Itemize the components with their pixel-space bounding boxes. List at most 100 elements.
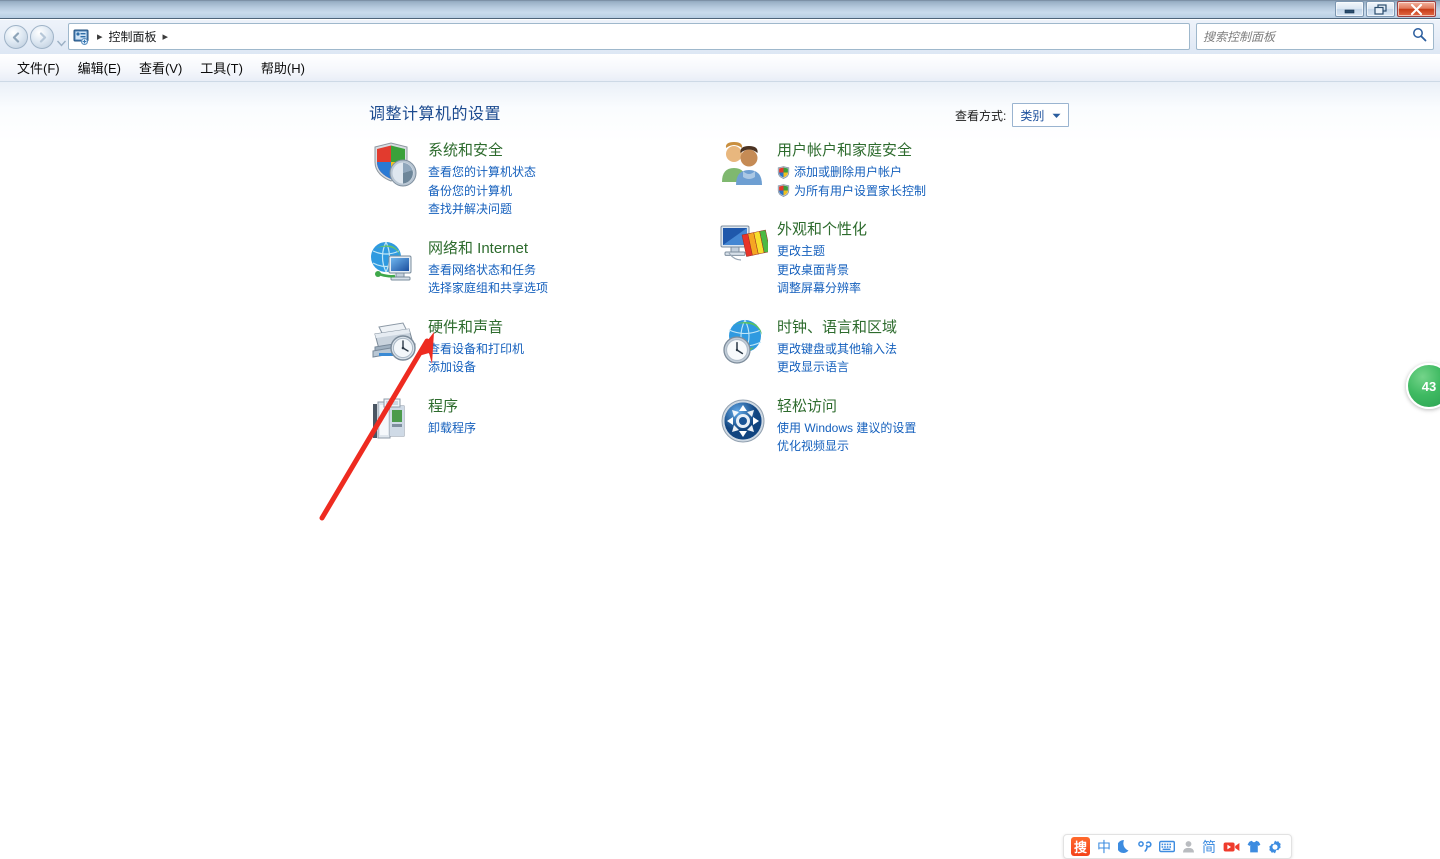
ime-skin-icon[interactable] (1247, 840, 1261, 853)
category-title-ease-of-access[interactable]: 轻松访问 (777, 398, 916, 416)
link-find-fix-problems[interactable]: 查找并解决问题 (428, 200, 536, 219)
link-label: 查看您的计算机状态 (428, 165, 537, 179)
breadcrumb-separator-root: ▸ (97, 31, 103, 43)
uac-shield-icon (777, 184, 790, 198)
link-use-windows-suggested-settings[interactable]: 使用 Windows 建议的设置 (777, 419, 916, 438)
ease-of-access-icon[interactable] (718, 396, 768, 446)
ime-moon-icon[interactable] (1118, 839, 1131, 854)
category-title-appearance-personalization[interactable]: 外观和个性化 (777, 221, 867, 239)
category-clock-language-region: 时钟、语言和区域 更改键盘或其他输入法 更改显示语言 (718, 317, 1058, 377)
category-body: 网络和 Internet 查看网络状态和任务 选择家庭组和共享选项 (428, 238, 548, 298)
link-add-remove-user-accounts[interactable]: 添加或删除用户帐户 (777, 163, 926, 182)
window-titlebar (0, 0, 1440, 19)
menu-bar: 文件(F) 编辑(E) 查看(V) 工具(T) 帮助(H) (0, 54, 1440, 82)
page-title: 调整计算机的设置 (369, 106, 502, 123)
recent-pages-chevron-icon[interactable] (56, 34, 67, 47)
chevron-down-icon (1052, 106, 1061, 124)
ime-soft-keyboard-icon[interactable] (1159, 840, 1175, 853)
view-by-select[interactable]: 类别 (1012, 103, 1070, 127)
breadcrumb-item-control-panel[interactable]: 控制面板 (109, 28, 157, 45)
category-network-and-internet: 网络和 Internet 查看网络状态和任务 选择家庭组和共享选项 (369, 238, 699, 298)
menu-item-file[interactable]: 文件(F) (8, 55, 69, 80)
link-change-desktop-background[interactable]: 更改桌面背景 (777, 261, 867, 280)
maximize-button[interactable] (1366, 1, 1395, 17)
link-change-display-language[interactable]: 更改显示语言 (777, 358, 897, 377)
ime-settings-gear-icon[interactable] (1268, 840, 1282, 854)
link-label: 查看设备和打印机 (428, 341, 525, 356)
link-label: 更改键盘或其他输入法 (777, 341, 898, 356)
category-body: 硬件和声音 查看设备和打印机 添加设备 (428, 317, 524, 377)
minimize-button[interactable] (1335, 1, 1364, 17)
link-view-network-status[interactable]: 查看网络状态和任务 (428, 261, 548, 280)
ime-simplified-chinese[interactable]: 简 (1202, 837, 1216, 857)
link-change-theme[interactable]: 更改主题 (777, 242, 867, 261)
category-title-network-and-internet[interactable]: 网络和 Internet (428, 240, 548, 258)
content-area: 调整计算机的设置 查看方式: 类别 系统和安全 查看您的计算机状态 备份您的计算… (0, 82, 1440, 859)
control-panel-icon (73, 29, 91, 45)
hardware-sound-icon[interactable] (369, 317, 419, 367)
breadcrumb-address-bar[interactable]: ▸ 控制面板 ▸ (68, 23, 1190, 50)
system-security-icon[interactable] (369, 140, 419, 190)
ime-language-bar: 搜 中 简 (1063, 834, 1292, 859)
ime-video-icon[interactable] (1223, 841, 1240, 853)
link-add-device[interactable]: 添加设备 (428, 358, 524, 377)
category-title-user-accounts-family-safety[interactable]: 用户帐户和家庭安全 (777, 142, 926, 160)
clock-language-region-icon[interactable] (718, 317, 768, 367)
link-label: 添加或删除用户帐户 (794, 165, 903, 179)
ime-punctuation-icon[interactable] (1138, 840, 1152, 854)
category-appearance-personalization: 外观和个性化 更改主题 更改桌面背景 调整屏幕分辨率 (718, 219, 1058, 298)
category-title-hardware-and-sound[interactable]: 硬件和声音 (428, 319, 524, 337)
category-title-clock-language-region[interactable]: 时钟、语言和区域 (777, 319, 897, 337)
category-title-system-and-security[interactable]: 系统和安全 (428, 142, 536, 160)
category-body: 轻松访问 使用 Windows 建议的设置 优化视频显示 (777, 396, 916, 456)
ime-mode-chinese[interactable]: 中 (1097, 837, 1111, 857)
forward-button[interactable] (30, 25, 54, 49)
link-label: 卸载程序 (428, 420, 477, 435)
link-optimize-visual-display[interactable]: 优化视频显示 (777, 437, 916, 456)
search-icon[interactable] (1412, 27, 1427, 47)
breadcrumb-separator-trailing[interactable]: ▸ (160, 30, 172, 43)
control-panel-window: ▸ 控制面板 ▸ 文件(F) 编 (0, 0, 1440, 859)
link-uninstall-program[interactable]: 卸载程序 (428, 419, 476, 438)
link-label: 查找并解决问题 (428, 202, 513, 216)
menu-item-edit[interactable]: 编辑(E) (69, 55, 130, 80)
menu-item-tools[interactable]: 工具(T) (191, 55, 252, 80)
ime-logo-icon[interactable]: 搜 (1071, 837, 1090, 856)
close-button[interactable] (1397, 1, 1436, 17)
category-body: 程序 卸载程序 (428, 396, 476, 446)
network-internet-icon[interactable] (369, 238, 419, 288)
category-title-programs[interactable]: 程序 (428, 398, 476, 416)
link-adjust-screen-resolution[interactable]: 调整屏幕分辨率 (777, 279, 867, 298)
menu-item-view[interactable]: 查看(V) (130, 55, 191, 80)
user-accounts-icon[interactable] (718, 140, 768, 190)
link-view-devices-printers[interactable]: 查看设备和打印机 (428, 340, 524, 359)
link-backup-computer[interactable]: 备份您的计算机 (428, 182, 536, 201)
badge-value: 43 (1421, 378, 1437, 394)
link-label: 更改桌面背景 (777, 262, 850, 277)
category-programs: 程序 卸载程序 (369, 396, 699, 446)
link-view-computer-status[interactable]: 查看您的计算机状态 (428, 163, 536, 182)
link-setup-parental-controls[interactable]: 为所有用户设置家长控制 (777, 182, 926, 201)
link-homegroup-sharing[interactable]: 选择家庭组和共享选项 (428, 279, 548, 298)
menu-item-help[interactable]: 帮助(H) (252, 55, 314, 80)
address-bar-row: ▸ 控制面板 ▸ (0, 20, 1440, 54)
appearance-icon[interactable] (718, 219, 771, 269)
search-input[interactable] (1203, 29, 1412, 44)
link-label: 使用 Windows 建议的设置 (777, 420, 917, 435)
category-user-accounts-family-safety: 用户帐户和家庭安全 添加或删除用户帐户 为所有用户设置家长控制 (718, 140, 1058, 200)
back-button[interactable] (4, 25, 28, 49)
window-controls (1335, 1, 1436, 17)
ime-user-icon[interactable] (1182, 840, 1195, 853)
link-change-keyboard-input[interactable]: 更改键盘或其他输入法 (777, 340, 897, 359)
category-ease-of-access: 轻松访问 使用 Windows 建议的设置 优化视频显示 (718, 396, 1058, 456)
view-by-control: 查看方式: 类别 (955, 103, 1070, 127)
search-box[interactable] (1196, 23, 1434, 50)
category-body: 外观和个性化 更改主题 更改桌面背景 调整屏幕分辨率 (777, 219, 867, 298)
view-by-value: 类别 (1020, 108, 1045, 123)
category-system-and-security: 系统和安全 查看您的计算机状态 备份您的计算机 查找并解决问题 (369, 140, 699, 219)
programs-icon[interactable] (369, 396, 419, 446)
view-by-label: 查看方式: (955, 108, 1007, 123)
link-label: 添加设备 (428, 360, 477, 374)
right-category-column: 用户帐户和家庭安全 添加或删除用户帐户 为所有用户设置家长控制 外观和个性化 更… (718, 140, 1058, 475)
category-body: 系统和安全 查看您的计算机状态 备份您的计算机 查找并解决问题 (428, 140, 536, 219)
